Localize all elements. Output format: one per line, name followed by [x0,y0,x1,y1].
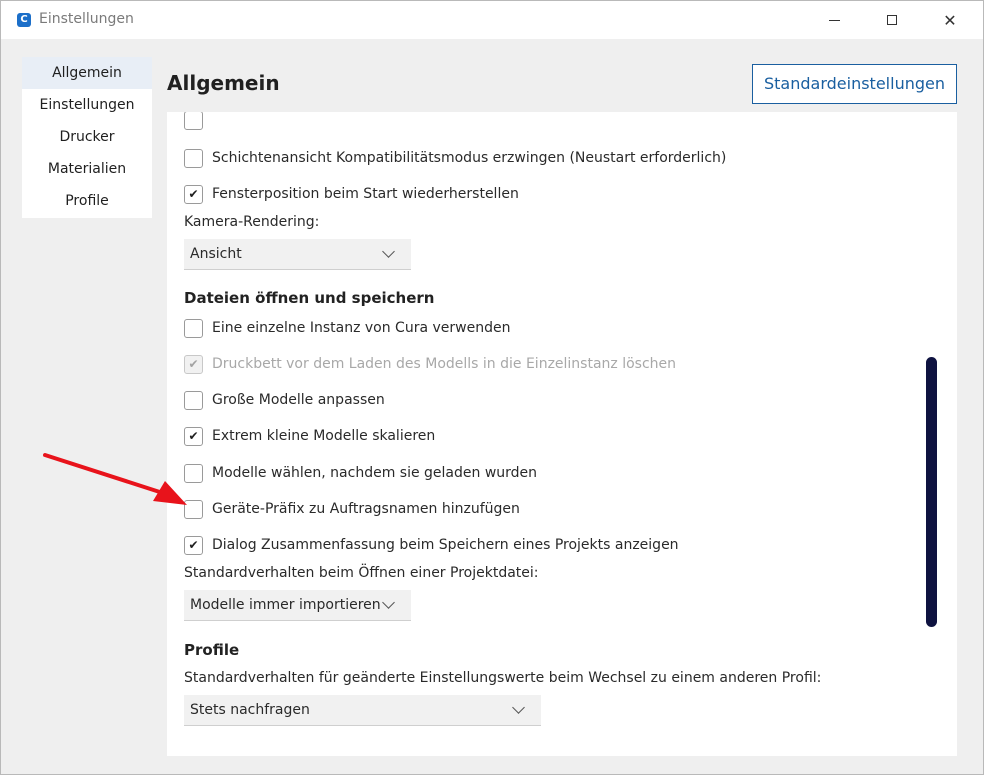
setting-single-instance[interactable]: Eine einzelne Instanz von Cura verwenden [184,316,510,340]
setting-machine-prefix-jobname[interactable]: Geräte-Präfix zu Auftragsnamen hinzufüge… [184,497,520,521]
check-icon: ✔ [188,429,199,443]
setting-clear-buildplate: ✔ Druckbett vor dem Laden des Modells in… [184,352,676,376]
setting-scale-small-models[interactable]: ✔ Extrem kleine Modelle skalieren [184,424,435,448]
project-open-behavior-label: Standardverhalten beim Öffnen einer Proj… [184,565,539,581]
minimize-icon [828,19,840,21]
maximize-button[interactable] [869,5,915,35]
checkbox[interactable] [184,499,203,519]
sidebar-item-profiles[interactable]: Profile [22,185,152,217]
section-profiles-heading: Profile [184,641,240,659]
setting-label: Große Modelle anpassen [212,392,385,408]
section-files-heading: Dateien öffnen und speichern [184,289,435,307]
profile-change-behavior-select[interactable]: Stets nachfragen [184,695,541,726]
sidebar-item-general[interactable]: Allgemein [22,57,152,89]
setting-restore-window-position[interactable]: ✔ Fensterposition beim Start wiederherst… [184,182,519,206]
cura-app-icon: C [17,13,31,27]
checkbox[interactable]: ✔ [184,184,203,204]
select-value: Modelle immer importieren [190,597,381,613]
profile-change-behavior-label: Standardverhalten für geänderte Einstell… [184,670,822,686]
close-button[interactable]: ✕ [927,5,973,35]
project-open-behavior-select[interactable]: Modelle immer importieren [184,590,411,621]
check-icon: ✔ [188,538,199,552]
setting-label: Extrem kleine Modelle skalieren [212,428,436,444]
chevron-down-icon [382,245,395,258]
annotation-arrow-shaft [43,453,171,497]
check-icon: ✔ [188,357,199,371]
setting-summary-dialog[interactable]: ✔ Dialog Zusammenfassung beim Speichern … [184,533,679,557]
camera-rendering-select[interactable]: Ansicht [184,239,411,270]
checkbox[interactable]: ✔ [184,535,203,555]
sidebar: Allgemein Einstellungen Drucker Material… [22,57,152,218]
checkbox[interactable] [184,148,203,168]
checkbox[interactable] [184,463,203,483]
vertical-scrollbar[interactable] [926,357,937,627]
title-bar: C Einstellungen ✕ [1,1,983,39]
setting-label: Geräte-Präfix zu Auftragsnamen hinzufüge… [212,501,520,517]
checkbox[interactable] [184,318,203,338]
check-icon: ✔ [188,187,199,201]
checkbox[interactable] [184,390,203,410]
checkbox: ✔ [184,354,203,374]
setting-label: Druckbett vor dem Laden des Modells in d… [212,356,677,372]
preferences-window: C Einstellungen ✕ Allgemein Einstellunge… [0,0,984,775]
settings-scroll-panel[interactable]: Schichtenansicht Kompatibilitätsmodus er… [167,112,957,756]
window-title: Einstellungen [39,11,134,27]
page-title: Allgemein [167,71,280,95]
sidebar-item-materials[interactable]: Materialien [22,153,152,185]
chevron-down-icon [382,596,395,609]
setting-select-loaded-models[interactable]: Modelle wählen, nachdem sie geladen wurd… [184,461,537,485]
reset-defaults-button[interactable]: Standardeinstellungen [752,64,957,104]
close-icon: ✕ [943,10,957,30]
setting-label: Schichtenansicht Kompatibilitätsmodus er… [212,150,727,166]
camera-rendering-label: Kamera-Rendering: [184,214,320,230]
sidebar-item-printers[interactable]: Drucker [22,121,152,153]
setting-scale-large-models[interactable]: Große Modelle anpassen [184,388,385,412]
setting-label: Eine einzelne Instanz von Cura verwenden [212,320,511,336]
setting-label: Dialog Zusammenfassung beim Speichern ei… [212,537,679,553]
setting-label: Modelle wählen, nachdem sie geladen wurd… [212,465,538,481]
minimize-button[interactable] [811,5,857,35]
checkbox[interactable]: ✔ [184,426,203,446]
select-value: Stets nachfragen [190,702,310,718]
cut-off-setting-row[interactable] [184,112,212,132]
sidebar-item-settings[interactable]: Einstellungen [22,89,152,121]
setting-compat-mode[interactable]: Schichtenansicht Kompatibilitätsmodus er… [184,146,726,170]
setting-label: Fensterposition beim Start wiederherstel… [212,186,519,202]
maximize-icon [887,15,897,25]
checkbox[interactable] [184,112,203,130]
chevron-down-icon [512,701,525,714]
select-value: Ansicht [190,246,242,262]
